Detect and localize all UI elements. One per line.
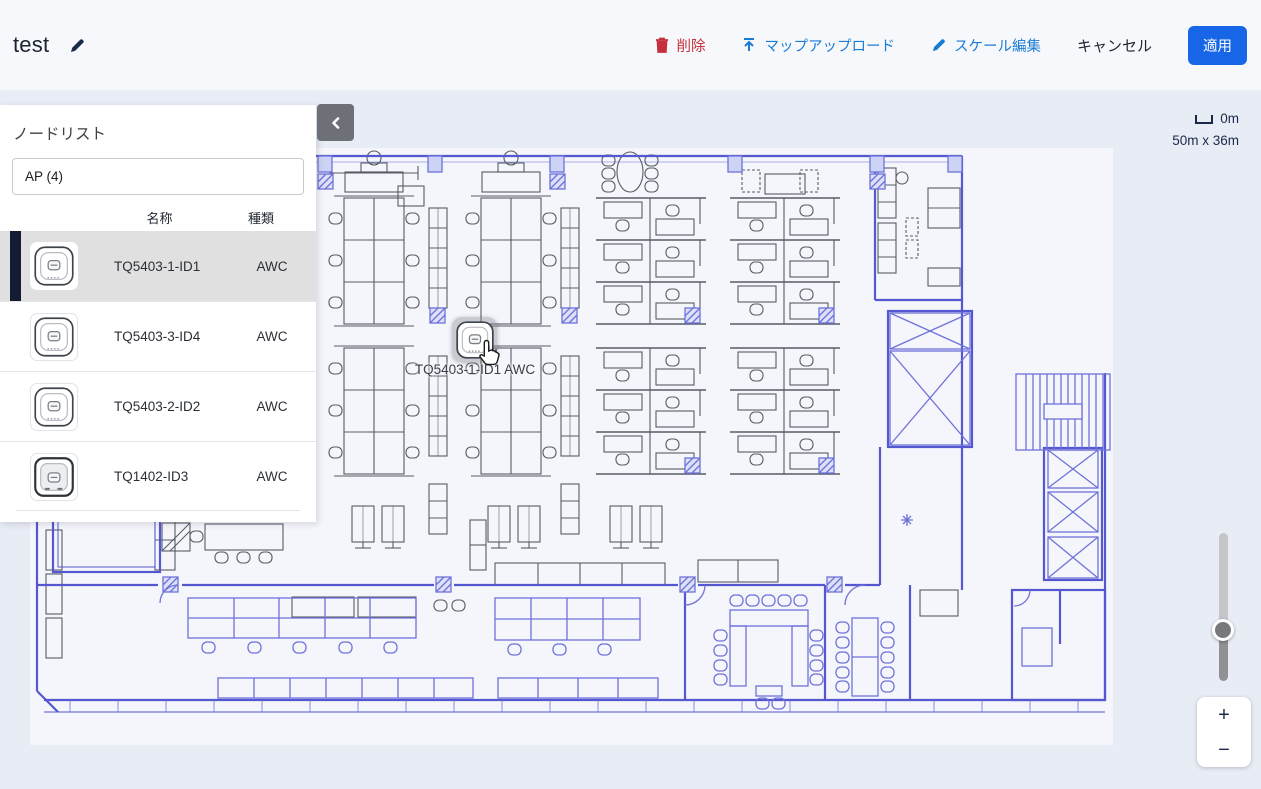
- column-header-name: 名称: [92, 208, 227, 227]
- zoom-slider-track-upper[interactable]: [1219, 533, 1228, 630]
- map-scale-indicator: 0m 50m x 36m: [1172, 108, 1239, 152]
- edit-title-button[interactable]: [69, 37, 86, 54]
- map-upload-label: マップアップロード: [764, 35, 895, 56]
- node-name: TQ5403-3-ID4: [114, 329, 242, 344]
- zoom-button-group: + −: [1197, 697, 1251, 767]
- delete-label: 削除: [676, 35, 705, 56]
- edit-pencil-icon: [69, 37, 86, 54]
- trash-icon: [655, 37, 669, 53]
- chevron-left-icon: [329, 116, 343, 130]
- ap-device-icon: [30, 313, 78, 361]
- node-type: AWC: [242, 259, 302, 274]
- ap-device-icon: [30, 383, 78, 431]
- ap-device-icon: [30, 453, 78, 501]
- node-row-tq5403-1-id1[interactable]: TQ5403-1-ID1 AWC: [0, 231, 316, 301]
- ap-device-icon: [30, 242, 78, 290]
- zoom-in-button[interactable]: +: [1197, 697, 1251, 732]
- map-upload-button[interactable]: マップアップロード: [741, 35, 895, 56]
- cancel-label: キャンセル: [1077, 35, 1152, 56]
- cancel-button[interactable]: キャンセル: [1077, 35, 1152, 56]
- collapse-panel-button[interactable]: [317, 104, 354, 141]
- node-name: TQ5403-2-ID2: [114, 399, 242, 414]
- node-type-filter[interactable]: AP (4): [12, 158, 304, 195]
- node-name: TQ5403-1-ID1: [114, 259, 242, 274]
- node-list-panel: ノードリスト AP (4) 名称 種類 TQ5403-1-ID1 AWC: [0, 105, 316, 522]
- apply-button[interactable]: 適用: [1188, 26, 1247, 65]
- header-toolbar: test 削除 マップアップロード: [0, 0, 1261, 90]
- app-window: 0m 50m x 36m TQ5403-1-ID1 AWC test: [0, 0, 1261, 789]
- selected-row-indicator: [10, 231, 21, 301]
- node-type: AWC: [242, 469, 302, 484]
- node-row-tq5403-3-id4[interactable]: TQ5403-3-ID4 AWC: [0, 301, 316, 371]
- panel-footer-divider: [16, 510, 300, 519]
- node-name: TQ1402-ID3: [114, 469, 242, 484]
- scale-current-value: 0m: [1220, 108, 1239, 130]
- ruler-icon: [1195, 114, 1213, 124]
- node-row-tq5403-2-id2[interactable]: TQ5403-2-ID2 AWC: [0, 371, 316, 441]
- node-row-tq1402-id3[interactable]: TQ1402-ID3 AWC: [0, 441, 316, 511]
- map-node-label: TQ5403-1-ID1 AWC: [393, 362, 557, 377]
- node-table-header: 名称 種類: [0, 203, 316, 231]
- zoom-slider[interactable]: [1219, 533, 1228, 681]
- page-title: test: [13, 32, 49, 58]
- delete-button[interactable]: 削除: [655, 35, 705, 56]
- hand-cursor-icon: [477, 338, 503, 368]
- node-list-title: ノードリスト: [0, 105, 316, 156]
- column-header-type: 種類: [230, 208, 292, 227]
- map-dimensions: 50m x 36m: [1172, 130, 1239, 152]
- pencil-icon: [931, 37, 947, 53]
- node-type: AWC: [242, 329, 302, 344]
- zoom-out-button[interactable]: −: [1197, 732, 1251, 767]
- scale-edit-button[interactable]: スケール編集: [931, 35, 1041, 56]
- node-type-filter-value: AP (4): [25, 169, 63, 184]
- upload-icon: [741, 37, 757, 53]
- scale-edit-label: スケール編集: [954, 35, 1041, 56]
- zoom-slider-thumb[interactable]: [1212, 619, 1234, 641]
- node-type: AWC: [242, 399, 302, 414]
